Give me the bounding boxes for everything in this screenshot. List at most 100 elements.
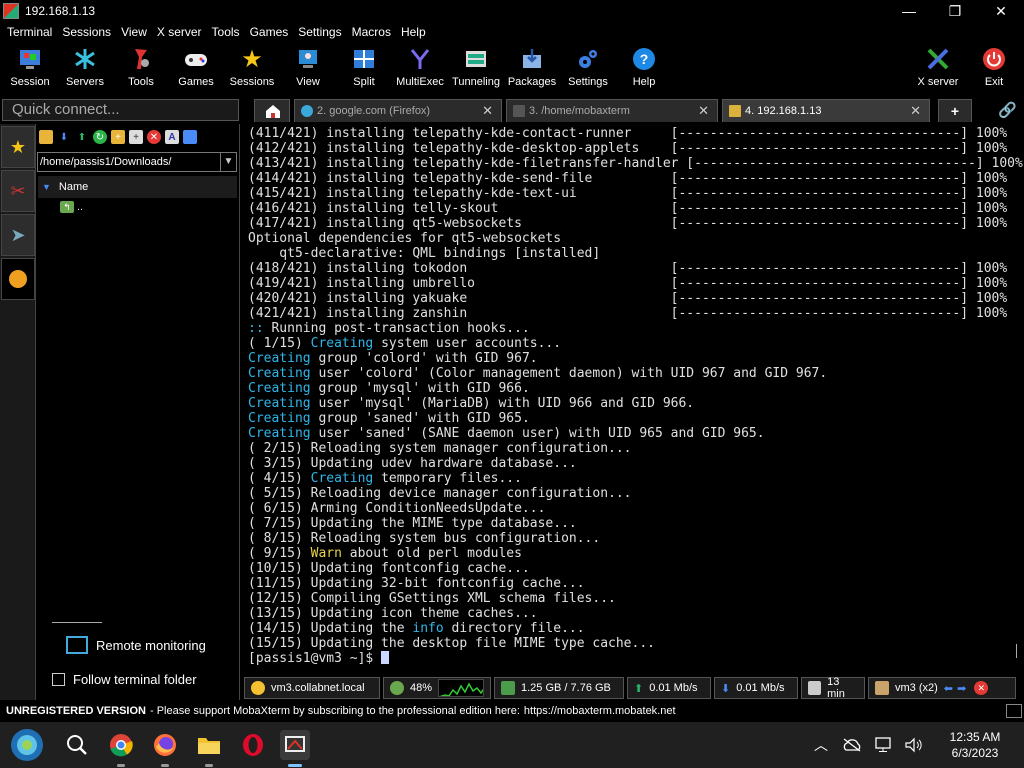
packages-button[interactable]: Packages (502, 44, 562, 92)
checkbox[interactable] (52, 673, 65, 686)
tools-button[interactable]: Tools (111, 44, 171, 92)
paper-plane-icon: ➤ (10, 224, 26, 245)
clock[interactable]: 12:35 AM 6/3/2023 (934, 729, 1016, 761)
terminal-line: ( 7/15) Updating the MIME type database.… (248, 516, 1023, 531)
menu-games[interactable]: Games (245, 25, 294, 39)
terminal-line: Optional dependencies for qt5-websockets (248, 231, 1023, 246)
multiexec-icon (407, 46, 433, 72)
terminal-line: (10/15) Updating fontconfig cache... (248, 561, 1023, 576)
sessions-button[interactable]: ★ Sessions (222, 44, 282, 92)
file-row-parent[interactable]: ↰ .. (36, 198, 239, 216)
mobaxterm-link[interactable]: https://mobaxterm.mobatek.net (524, 705, 676, 717)
refresh-icon[interactable]: ↻ (93, 130, 107, 144)
close-tab-icon[interactable]: ✕ (910, 103, 921, 119)
terminal-text: Creating (310, 471, 374, 486)
new-tab-button[interactable]: + (938, 99, 972, 122)
help-button[interactable]: ? Help (614, 44, 674, 92)
new-folder-icon[interactable]: + (111, 130, 125, 144)
close-tab-icon[interactable]: ✕ (698, 103, 709, 119)
packages-icon (519, 46, 545, 72)
arrow-right-icon[interactable]: ➡ (957, 682, 966, 695)
servers-button[interactable]: Servers (55, 44, 115, 92)
terminal-text: (413/421) installing telepathy-kde-filet… (248, 156, 1023, 171)
tab-ssh-192-168-1-13[interactable]: 4. 192.168.1.13 ✕ (722, 99, 930, 122)
upload-icon[interactable]: ⬆ (75, 130, 89, 144)
remote-monitoring-button[interactable]: Remote monitoring (52, 622, 236, 674)
menu-view[interactable]: View (116, 25, 152, 39)
xserver-button[interactable]: X server (908, 44, 968, 92)
mobaxterm-app-icon[interactable] (3, 3, 19, 19)
tab-mobaxterm-home[interactable]: 3. /home/mobaxterm ✕ (506, 99, 718, 122)
follow-terminal-folder-checkbox[interactable]: Follow terminal folder (52, 672, 197, 687)
status-user: vm3 (x2) ⬅ ➡ ✕ (868, 677, 1016, 699)
quick-connect-input[interactable]: Quick connect... (2, 99, 239, 121)
chevron-down-icon[interactable]: ▼ (220, 153, 236, 171)
banner-scroll-button[interactable] (1006, 704, 1022, 718)
menu-x-server[interactable]: X server (152, 25, 207, 39)
new-file-icon[interactable]: + (129, 130, 143, 144)
close-session-icon[interactable]: ✕ (974, 681, 989, 695)
home-tab[interactable] (254, 99, 290, 122)
tools-icon (128, 46, 154, 72)
session-button[interactable]: Session (0, 44, 60, 92)
terminal-line: Creating user 'saned' (SANE daemon user)… (248, 426, 1023, 441)
split-button[interactable]: Split (334, 44, 394, 92)
menu-tools[interactable]: Tools (207, 25, 245, 39)
close-button[interactable]: ✕ (978, 0, 1024, 22)
sessions-side-tab[interactable]: ★ (1, 126, 35, 168)
more-icon[interactable] (183, 130, 197, 144)
menu-help[interactable]: Help (396, 25, 431, 39)
terminal-scroll-thumb[interactable] (1016, 644, 1017, 658)
opera-icon[interactable] (238, 730, 268, 760)
terminal-line: :: Running post-transaction hooks... (248, 321, 1023, 336)
settings-button[interactable]: Settings (558, 44, 618, 92)
session-icon (17, 46, 43, 72)
delete-icon[interactable]: ✕ (147, 130, 161, 144)
menu-bar: Terminal Sessions View X server Tools Ga… (0, 22, 1024, 42)
maximize-button[interactable]: ❐ (932, 0, 978, 22)
start-icon[interactable] (10, 728, 44, 762)
status-host: vm3.collabnet.local (244, 677, 380, 699)
terminal-line: (413/421) installing telepathy-kde-filet… (248, 156, 1023, 171)
games-button[interactable]: Games (166, 44, 226, 92)
sftp-path-input[interactable]: /home/passis1/Downloads/ ▼ (37, 152, 237, 172)
cloud-offline-icon[interactable] (841, 734, 863, 756)
exit-button[interactable]: Exit (964, 44, 1024, 92)
download-icon[interactable]: ⬇ (57, 130, 71, 144)
chrome-icon[interactable] (106, 730, 136, 767)
file-list-header[interactable]: ▼ Name (38, 176, 237, 198)
terminal-line: (411/421) installing telepathy-kde-conta… (248, 126, 1023, 141)
tunneling-button[interactable]: Tunneling (446, 44, 506, 92)
terminal-text: ( 3/15) Updating udev hardware database.… (248, 456, 577, 471)
menu-macros[interactable]: Macros (347, 25, 396, 39)
firefox-icon[interactable] (150, 730, 180, 767)
attach-icon[interactable]: 🔗 (998, 101, 1017, 119)
tools-icon: ✂ (10, 180, 26, 201)
close-tab-icon[interactable]: ✕ (482, 103, 493, 119)
rename-icon[interactable]: A (165, 130, 179, 144)
volume-icon[interactable] (903, 734, 925, 756)
search-icon[interactable] (62, 730, 92, 760)
menu-settings[interactable]: Settings (293, 25, 346, 39)
tab-firefox[interactable]: 2. google.com (Firefox) ✕ (294, 99, 502, 122)
mobaxterm-icon[interactable] (280, 730, 310, 767)
monitor-icon (66, 636, 88, 654)
network-icon[interactable] (872, 734, 894, 756)
chevron-up-icon[interactable]: ︿ (810, 734, 832, 756)
macros-side-tab[interactable]: ➤ (1, 214, 35, 256)
status-memory: 1.25 GB / 7.76 GB (494, 677, 624, 699)
menu-terminal[interactable]: Terminal (2, 25, 57, 39)
minimize-button[interactable]: — (886, 0, 932, 22)
sftp-side-tab[interactable] (1, 258, 35, 300)
multiexec-button[interactable]: MultiExec (390, 44, 450, 92)
tools-side-tab[interactable]: ✂ (1, 170, 35, 212)
menu-sessions[interactable]: Sessions (57, 25, 116, 39)
arrow-left-icon[interactable]: ⬅ (944, 682, 953, 695)
terminal-line: (11/15) Updating 32-bit fontconfig cache… (248, 576, 1023, 591)
terminal-line: (415/421) installing telepathy-kde-text-… (248, 186, 1023, 201)
terminal-output[interactable]: (411/421) installing telepathy-kde-conta… (244, 124, 1024, 676)
terminal-text: user 'saned' (SANE daemon user) with UID… (310, 426, 765, 441)
view-button[interactable]: View (278, 44, 338, 92)
file-explorer-icon[interactable] (194, 730, 224, 767)
open-folder-icon[interactable] (39, 130, 53, 144)
